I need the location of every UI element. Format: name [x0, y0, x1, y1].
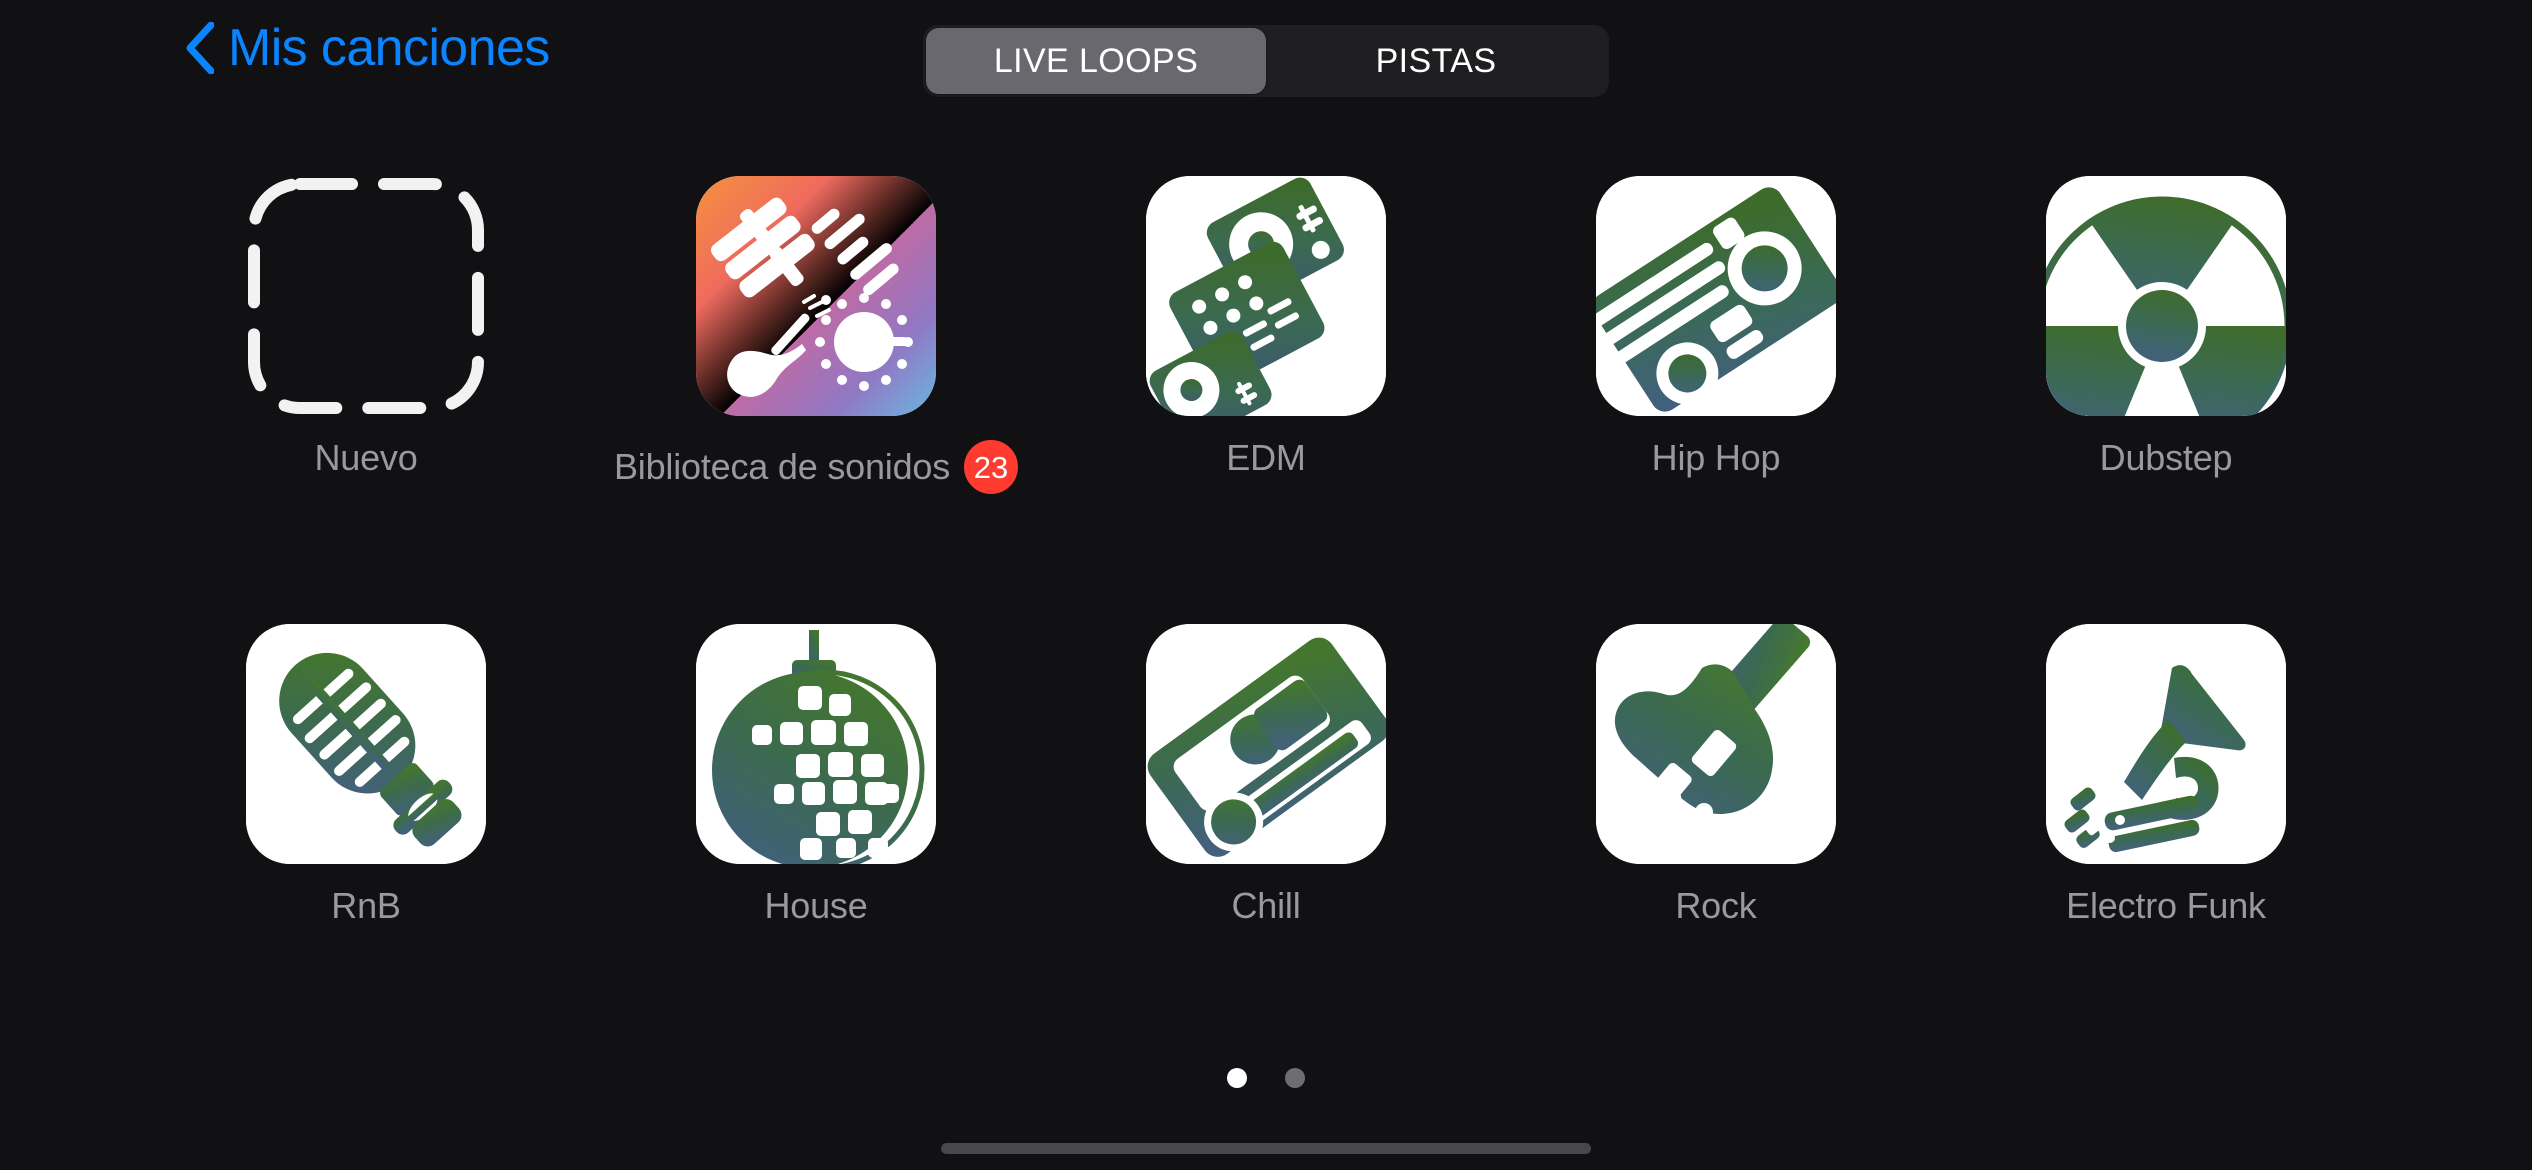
tile-dubstep[interactable]: Dubstep	[2046, 176, 2286, 494]
mode-segmented-control[interactable]: LIVE LOOPS PISTAS	[923, 25, 1609, 97]
tile-label: Hip Hop	[1651, 437, 1781, 478]
status-badge: 23	[964, 440, 1019, 494]
tile-caption: Biblioteca de sonidos 23	[613, 440, 1019, 494]
tile-caption: Electro Funk	[2066, 888, 2266, 924]
tile-label: Dubstep	[2099, 437, 2233, 478]
tile-caption: Dubstep	[2100, 440, 2233, 476]
tile-caption: EDM	[1226, 437, 1306, 478]
tile-biblioteca-de-sonidos[interactable]: Biblioteca de sonidos 23	[614, 176, 1019, 494]
back-to-my-songs-button[interactable]: Mis canciones	[186, 22, 550, 74]
tile-label: Electro Funk	[2066, 885, 2266, 926]
template-grid: Nuevo Biblioteca de sonidos 23 EDM Hip H…	[0, 176, 2532, 924]
dubstep-speaker-cone-icon	[2046, 176, 2286, 416]
sound-library-icon	[696, 176, 936, 416]
tile-hip-hop[interactable]: Hip Hop	[1596, 176, 1836, 494]
tile-caption: House	[764, 888, 867, 924]
tile-caption: Hip Hop	[1652, 440, 1781, 476]
navigation-bar: Mis canciones LIVE LOOPS PISTAS	[0, 0, 2532, 112]
segment-live-loops-label: LIVE LOOPS	[993, 41, 1199, 80]
tile-rock[interactable]: Rock	[1596, 624, 1836, 924]
page-indicator[interactable]	[1227, 1068, 1305, 1088]
page-dot-1[interactable]	[1227, 1068, 1247, 1088]
back-button-label: Mis canciones	[228, 19, 550, 77]
new-project-dashed-icon	[248, 178, 484, 414]
page-dot-2[interactable]	[1285, 1068, 1305, 1088]
tile-caption: Rock	[1675, 888, 1756, 924]
chill-cassette-icon	[1146, 624, 1386, 864]
tile-caption: Chill	[1231, 888, 1300, 924]
segment-pistas[interactable]: PISTAS	[1266, 28, 1606, 94]
tile-rnb[interactable]: RnB	[246, 624, 486, 924]
segment-live-loops[interactable]: LIVE LOOPS	[926, 28, 1266, 94]
chevron-left-icon	[186, 22, 214, 74]
tile-caption: RnB	[331, 885, 401, 926]
tile-chill[interactable]: Chill	[1146, 624, 1386, 924]
segment-pistas-label: PISTAS	[1375, 41, 1497, 80]
rnb-microphone-icon	[246, 624, 486, 864]
tile-nuevo[interactable]: Nuevo	[246, 176, 486, 494]
tile-label: Biblioteca de sonidos	[613, 446, 951, 487]
tile-label: Nuevo	[314, 437, 418, 478]
tile-caption: Nuevo	[314, 440, 417, 476]
electro-funk-trumpet-icon	[2046, 624, 2286, 864]
template-grid-row: Nuevo Biblioteca de sonidos 23 EDM Hip H…	[0, 176, 2532, 494]
tile-edm[interactable]: EDM	[1146, 176, 1386, 494]
tile-label: House	[764, 885, 868, 926]
template-grid-row: RnB House Chill Rock Electro Funk	[0, 624, 2532, 924]
tile-electro-funk[interactable]: Electro Funk	[2046, 624, 2286, 924]
tile-label: EDM	[1226, 437, 1306, 478]
house-disco-ball-icon	[696, 624, 936, 864]
tile-label: Rock	[1675, 885, 1757, 926]
hip-hop-boombox-icon	[1596, 176, 1836, 416]
tile-label: Chill	[1231, 885, 1301, 926]
tile-label: RnB	[331, 885, 401, 926]
home-indicator[interactable]	[941, 1143, 1591, 1154]
tile-house[interactable]: House	[696, 624, 936, 924]
rock-guitar-icon	[1596, 624, 1836, 864]
edm-turntables-icon	[1146, 176, 1386, 416]
